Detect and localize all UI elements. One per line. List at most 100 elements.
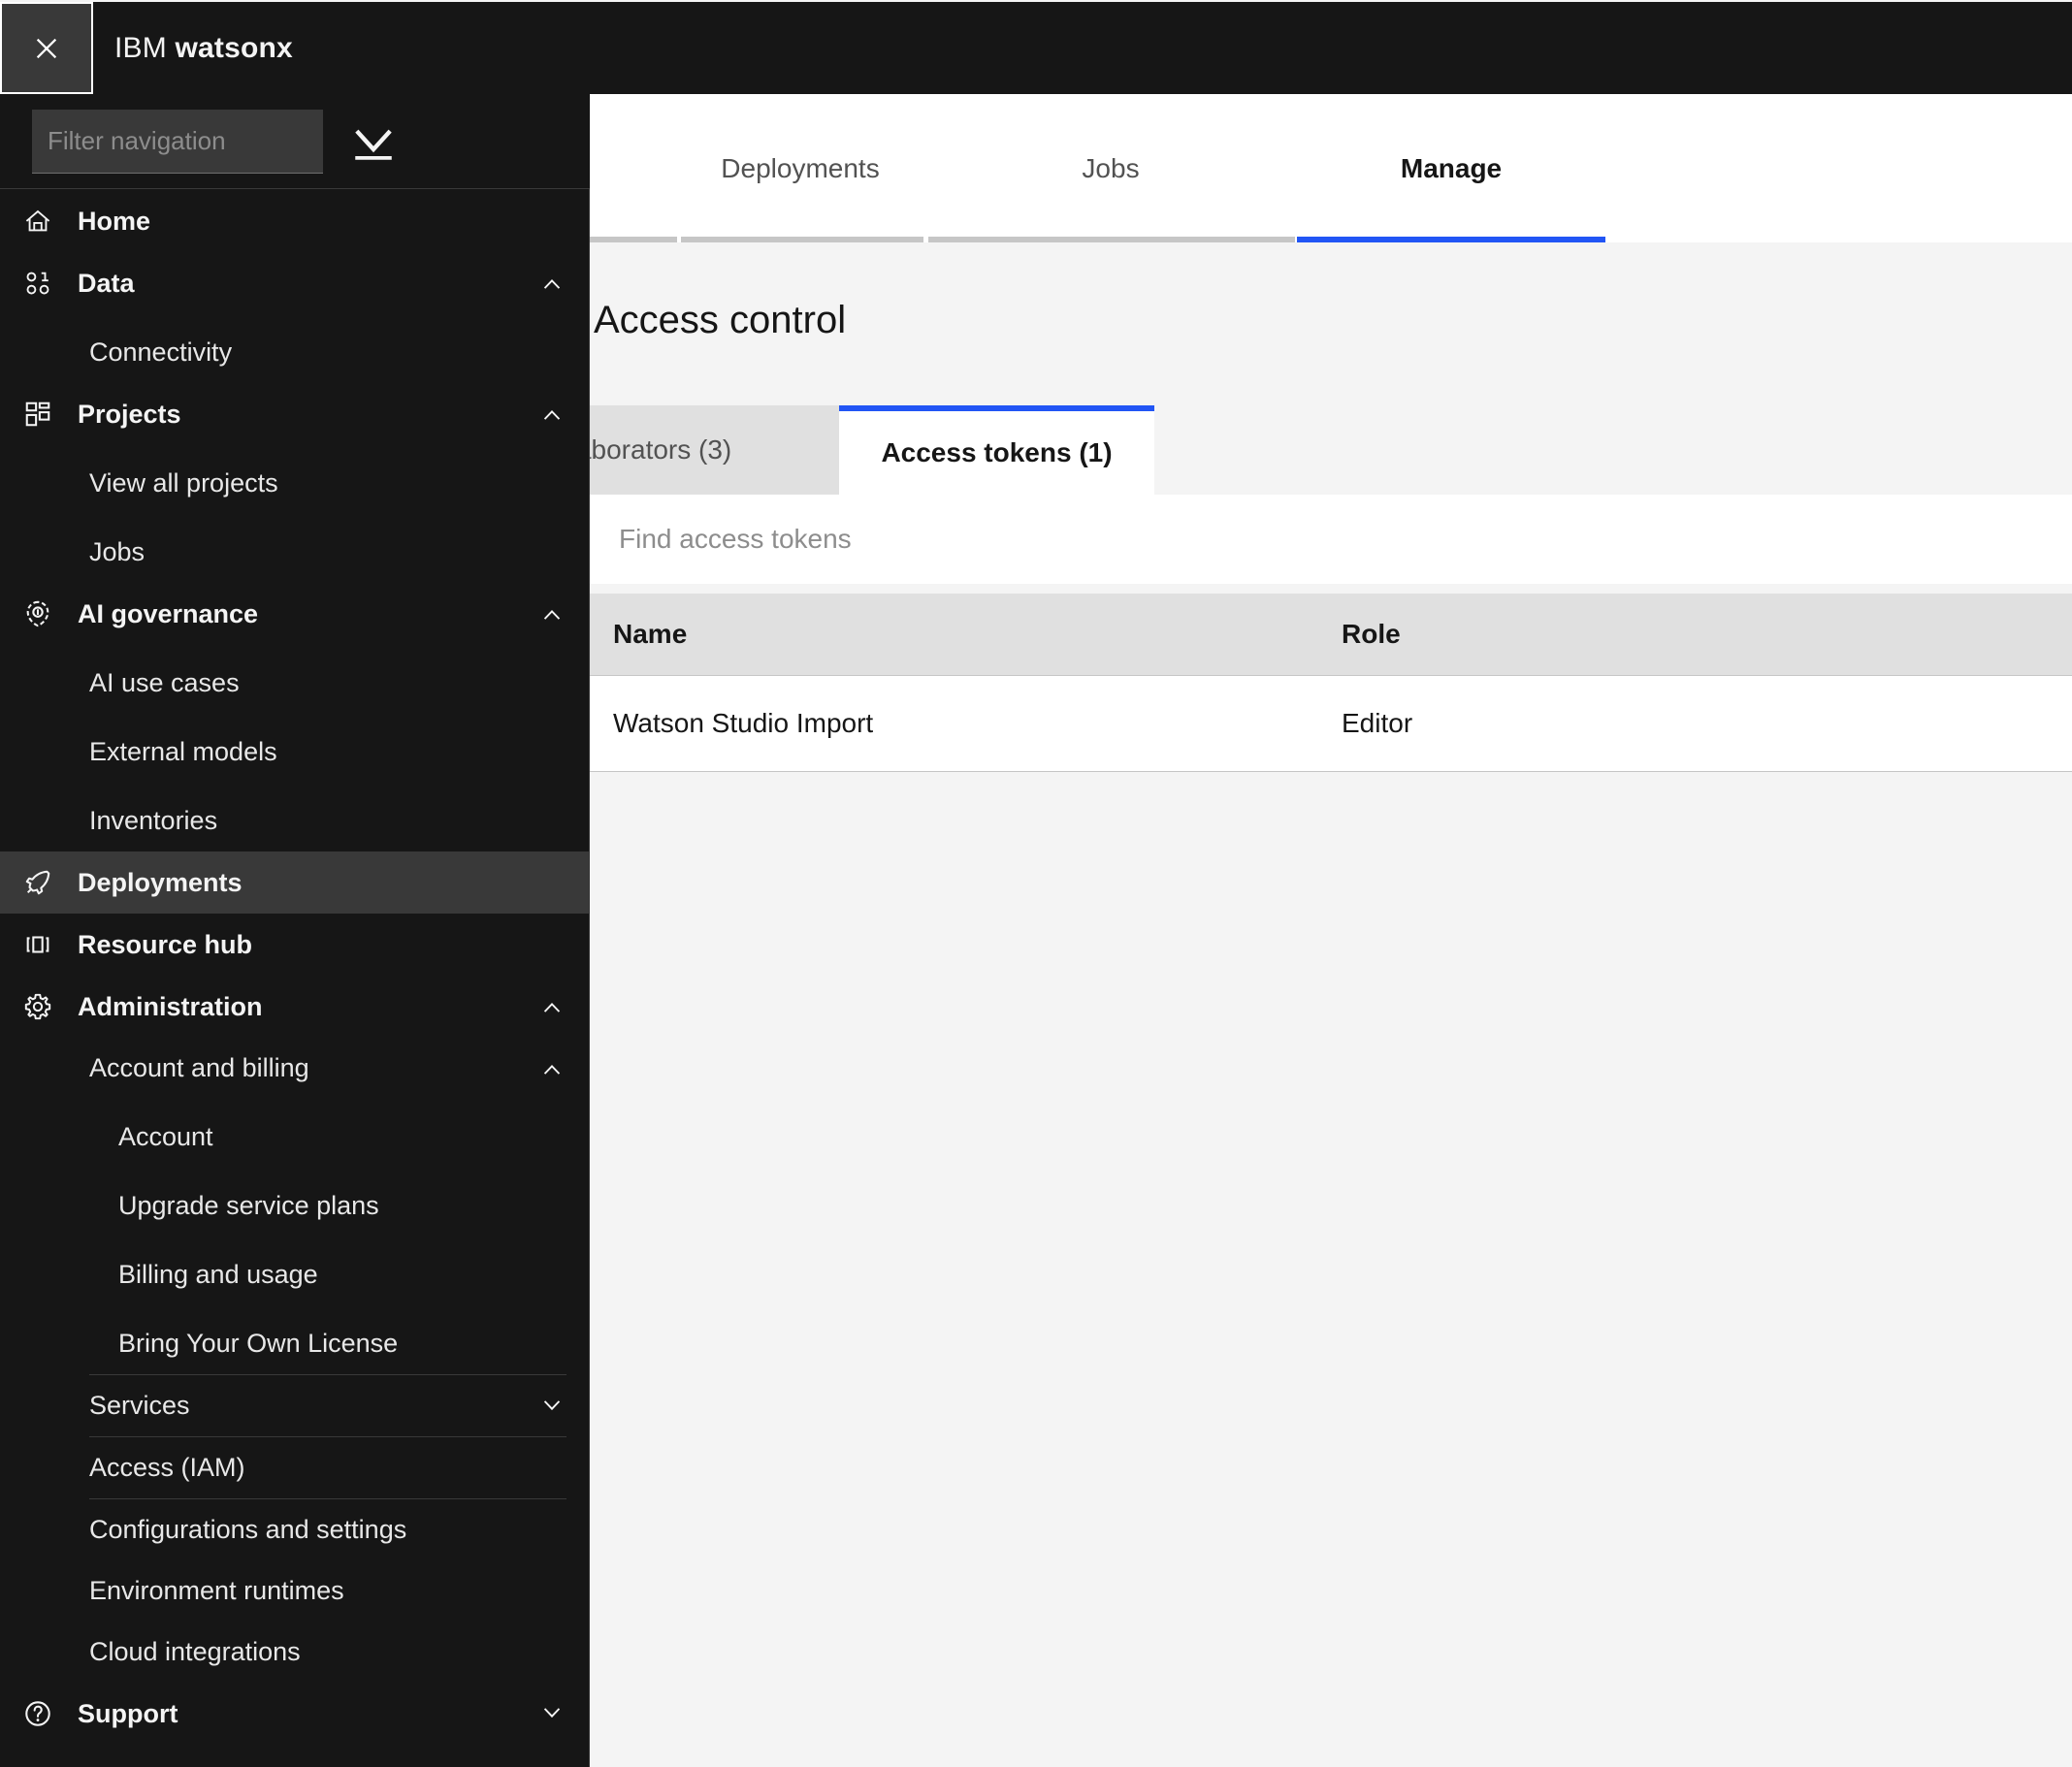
sidebar-item-projects[interactable]: Projects (0, 383, 590, 445)
sidebar-item-services[interactable]: Services (0, 1375, 590, 1436)
sidebar-item-upgrade-service-plans[interactable]: Upgrade service plans (0, 1175, 590, 1237)
sidebar-item-inventories[interactable]: Inventories (0, 790, 590, 851)
column-header-role[interactable]: Role (1342, 619, 1827, 650)
sidebar-item-label: Support (78, 1698, 178, 1728)
brand-prefix: IBM (114, 31, 167, 64)
rocket-icon (23, 868, 66, 897)
sidebar-item-label: Inventories (89, 806, 218, 835)
tab-access-tokens[interactable]: Access tokens (1) (839, 405, 1154, 495)
sidebar-item-label: Data (78, 268, 135, 298)
sidebar-item-external-models[interactable]: External models (0, 722, 590, 783)
chevron-up-icon[interactable] (537, 269, 567, 298)
close-icon (36, 38, 57, 58)
sidebar-item-label: AI governance (78, 598, 259, 628)
chevron-up-icon[interactable] (537, 1054, 567, 1083)
chevron-down-icon[interactable] (537, 1699, 567, 1728)
sidebar-item-label: Access (IAM) (89, 1453, 245, 1482)
sidebar-item-resource-hub[interactable]: Resource hub (0, 914, 590, 976)
cell-token-role: Editor (1342, 708, 1413, 738)
sidebar-item-label: Cloud integrations (89, 1637, 301, 1666)
sidebar-item-access-iam[interactable]: Access (IAM) (0, 1437, 590, 1498)
chevron-down-icon[interactable] (537, 1392, 567, 1421)
brand-name: watsonx (175, 31, 293, 64)
sidebar-item-home[interactable]: Home (0, 190, 590, 252)
table-row[interactable]: Watson Studio Import Editor (590, 676, 2072, 772)
sidebar-item-data[interactable]: Data (0, 252, 590, 314)
sidebar-item-label: Account and billing (89, 1053, 309, 1082)
sidebar-item-deployments[interactable]: Deployments (0, 851, 590, 914)
sidebar-item-cloud-integrations[interactable]: Cloud integrations (0, 1622, 590, 1683)
tab-manage-label: Manage (1400, 153, 1503, 183)
sidebar-item-bring-your-own-license[interactable]: Bring Your Own License (0, 1313, 590, 1374)
table-header-row: Name Role (590, 594, 2072, 676)
ai-governance-icon (23, 599, 66, 628)
sidebar-item-support[interactable]: Support (0, 1683, 590, 1745)
close-navigation-button[interactable] (0, 2, 93, 94)
home-icon (23, 207, 66, 236)
projects-icon (23, 400, 66, 429)
navigation-panel: Home Data Connectivity Projects View all pro… (0, 0, 590, 1767)
collapse-all-button[interactable] (344, 110, 403, 174)
sidebar-item-label: Services (89, 1391, 190, 1420)
resource-hub-icon (23, 930, 66, 959)
access-tokens-table: Name Role Watson Studio Import Editor (590, 594, 2072, 772)
sidebar-item-ai-governance[interactable]: AI governance (0, 583, 590, 645)
sidebar-item-label: Account (118, 1122, 213, 1151)
tab-jobs-label: Jobs (1082, 153, 1140, 183)
navigation-list: Home Data Connectivity Projects View all pro… (0, 190, 590, 1767)
page-title: Access control (594, 299, 847, 341)
sidebar-item-label: Administration (78, 991, 263, 1021)
header-top-rule (0, 0, 2072, 2)
sidebar-item-label: Connectivity (89, 337, 233, 367)
sidebar-item-label: Jobs (89, 537, 146, 566)
sidebar-item-administration[interactable]: Administration (0, 976, 590, 1038)
column-header-name[interactable]: Name (590, 619, 1342, 650)
sidebar-item-account[interactable]: Account (0, 1107, 590, 1168)
sidebar-item-label: Configurations and settings (89, 1515, 407, 1544)
sidebar-item-label: External models (89, 737, 277, 766)
sidebar-item-account-and-billing[interactable]: Account and billing (0, 1038, 590, 1099)
sidebar-item-label: Resource hub (78, 929, 253, 959)
chevron-up-icon[interactable] (537, 992, 567, 1021)
cell-token-name: Watson Studio Import (613, 708, 874, 738)
sidebar-item-view-all-projects[interactable]: View all projects (0, 453, 590, 514)
brand-title[interactable]: IBM watsonx (114, 32, 293, 65)
gear-icon (23, 992, 66, 1021)
access-token-search-input[interactable] (619, 524, 1395, 555)
tab-manage[interactable]: Manage (1297, 95, 1605, 242)
sidebar-item-label: Upgrade service plans (118, 1191, 379, 1220)
sidebar-item-label: AI use cases (89, 668, 240, 697)
sidebar-item-label: Deployments (78, 867, 243, 897)
sidebar-item-jobs[interactable]: Jobs (0, 522, 590, 583)
sidebar-item-connectivity[interactable]: Connectivity (0, 322, 590, 383)
sidebar-item-ai-use-cases[interactable]: AI use cases (0, 653, 590, 714)
sidebar-item-label: Billing and usage (118, 1260, 318, 1289)
sidebar-item-label: View all projects (89, 468, 278, 498)
sidebar-item-billing-and-usage[interactable]: Billing and usage (0, 1244, 590, 1305)
tab-jobs[interactable]: Jobs (926, 95, 1295, 242)
sidebar-item-label: Environment runtimes (89, 1576, 344, 1605)
sidebar-item-configurations-and-settings[interactable]: Configurations and settings (0, 1499, 590, 1560)
tab-deployments[interactable]: Deployments (679, 95, 922, 242)
help-icon (23, 1699, 66, 1728)
chevron-up-icon[interactable] (537, 400, 567, 429)
tab-access-tokens-label: Access tokens (1) (881, 437, 1113, 467)
filter-navigation-input[interactable] (32, 109, 323, 174)
chevron-down-bar-icon (355, 129, 392, 160)
chevron-up-icon[interactable] (537, 599, 567, 628)
access-token-search-bar (590, 495, 2072, 584)
sidebar-item-environment-runtimes[interactable]: Environment runtimes (0, 1560, 590, 1622)
sidebar-item-label: Bring Your Own License (118, 1329, 399, 1358)
app-header: IBM watsonx (0, 2, 2072, 94)
tab-deployments-label: Deployments (721, 153, 880, 183)
sidebar-item-label: Projects (78, 399, 181, 429)
